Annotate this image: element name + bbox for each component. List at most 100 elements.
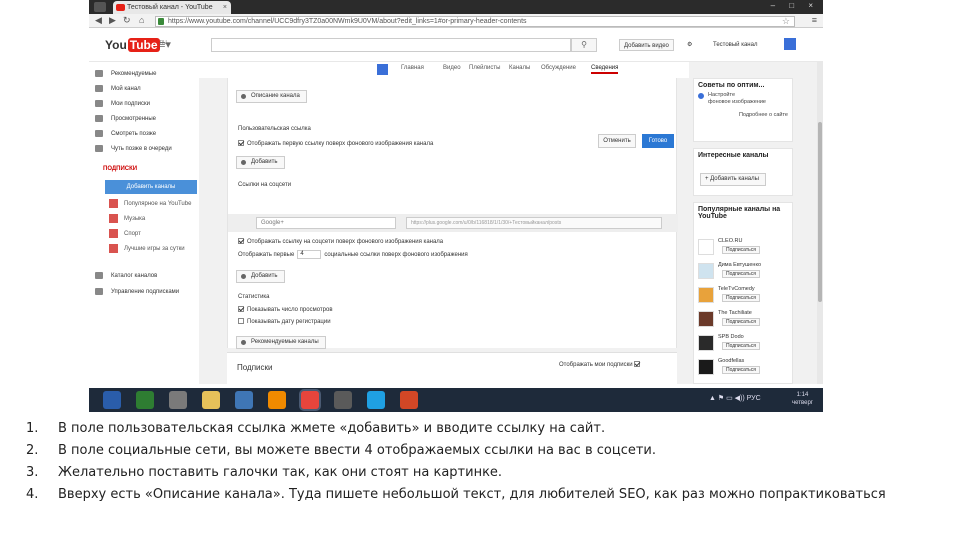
social-network-select[interactable]: Google+	[256, 217, 396, 229]
subscribe-button[interactable]: Подписаться	[722, 246, 760, 254]
tips-more-link[interactable]: Подробнее о сайте	[694, 112, 792, 119]
channel-name[interactable]: TeleTvComedy	[718, 286, 755, 292]
stats-views-checkbox[interactable]	[238, 306, 244, 313]
subscription-item[interactable]: Популярное на YouTube	[109, 198, 191, 210]
sidebar-item-my-channel[interactable]: Мой канал	[95, 83, 141, 95]
search-input[interactable]	[211, 38, 571, 52]
channel-home-icon[interactable]	[377, 64, 388, 75]
channel-thumbnail[interactable]	[698, 311, 714, 327]
social-url-input[interactable]: https://plus.google.com/u/0/b/116818/1/1…	[406, 217, 662, 229]
sidebar-item-catalog[interactable]: Каталог каналов	[95, 270, 157, 282]
forward-arrow-icon[interactable]: ▶	[109, 15, 116, 26]
channel-thumbnail[interactable]	[698, 239, 714, 255]
language-indicator[interactable]: РУС	[747, 395, 761, 402]
custom-overlay-row[interactable]: Отображать первую ссылку поверх фонового…	[238, 140, 433, 148]
sidebar-item-add-channels[interactable]: Добавить каналы	[105, 180, 197, 194]
home-icon[interactable]: ⌂	[139, 15, 144, 25]
browser-menu-icon[interactable]: ≡	[812, 15, 817, 25]
reload-icon[interactable]: ↻	[123, 15, 131, 26]
calculator-icon[interactable]	[169, 391, 187, 409]
guide-menu-icon[interactable]: ≡▾	[159, 38, 171, 51]
channel-name[interactable]: Дима Евтушенко	[718, 262, 761, 268]
popular-channel-item[interactable]: Goodfellas Подписаться	[698, 357, 792, 377]
tab-close-icon[interactable]: ×	[223, 1, 227, 14]
excel-icon[interactable]	[136, 391, 154, 409]
bookmark-star-icon[interactable]: ☆	[782, 17, 790, 26]
tab-playlists[interactable]: Плейлисты	[469, 65, 500, 71]
sidebar-item-manage-subs[interactable]: Управление подписками	[95, 286, 179, 298]
channel-thumbnail[interactable]	[698, 287, 714, 303]
window-controls[interactable]: – □ ×	[771, 1, 819, 10]
add-social-link-button[interactable]: Добавить	[236, 270, 285, 283]
tab-channels[interactable]: Каналы	[509, 65, 530, 71]
word-icon[interactable]	[103, 391, 121, 409]
channel-name[interactable]: Goodfellas	[718, 358, 744, 364]
avatar[interactable]	[784, 38, 796, 50]
channel-thumbnail[interactable]	[698, 359, 714, 375]
chrome-profile-icon[interactable]	[94, 2, 106, 12]
subscribe-button[interactable]: Подписаться	[722, 294, 760, 302]
save-button[interactable]: Готово	[642, 134, 674, 148]
notifications-icon[interactable]: ⚙	[683, 39, 696, 51]
subscribe-button[interactable]: Подписаться	[722, 270, 760, 278]
search-button[interactable]: ⚲	[571, 38, 597, 52]
vlc-icon[interactable]	[268, 391, 286, 409]
globe-icon[interactable]	[235, 391, 253, 409]
sidebar-item-watch-later[interactable]: Смотреть позже	[95, 128, 156, 140]
popular-channel-item[interactable]: TeleTvComedy Подписаться	[698, 285, 792, 305]
stats-date-row[interactable]: Показывать дату регистрации	[238, 318, 331, 326]
tab-home[interactable]: Главная	[401, 65, 424, 71]
back-arrow-icon[interactable]: ◀	[95, 15, 102, 26]
subscription-item[interactable]: Музыка	[109, 213, 145, 225]
subscription-item[interactable]: Спорт	[109, 228, 141, 240]
popular-channel-item[interactable]: Дима Евтушенко Подписаться	[698, 261, 792, 281]
skype-icon[interactable]	[367, 391, 385, 409]
social-overlay-checkbox[interactable]	[238, 238, 244, 245]
stats-views-row[interactable]: Показывать число просмотров	[238, 306, 333, 314]
folder-icon[interactable]	[202, 391, 220, 409]
popular-channel-item[interactable]: The Tachiliate Подписаться	[698, 309, 792, 329]
subscriptions-visibility-row[interactable]: Отображать мои подписки	[559, 361, 643, 369]
cancel-button[interactable]: Отменить	[598, 134, 636, 148]
stats-date-checkbox[interactable]	[238, 318, 244, 325]
recommended-channels-button[interactable]: Рекомендуемые каналы	[236, 336, 326, 349]
system-tray[interactable]: ▲ ⚑ ▭ ◀)) РУС	[709, 394, 761, 402]
subscriptions-visibility-checkbox[interactable]	[634, 361, 641, 368]
subscribe-button[interactable]: Подписаться	[722, 318, 760, 326]
popular-channel-item[interactable]: CLEO.RU Подписаться	[698, 237, 792, 257]
powerpoint-icon[interactable]	[400, 391, 418, 409]
social-overlay-row[interactable]: Отображать ссылку на соцсети поверх фоно…	[238, 238, 443, 246]
youtube-logo[interactable]: You Tube RU	[105, 38, 167, 52]
channel-name[interactable]: CLEO.RU	[718, 238, 742, 244]
clock[interactable]: 1:14 четверг	[792, 391, 813, 407]
channel-name[interactable]: The Tachiliate	[718, 310, 752, 316]
custom-overlay-checkbox[interactable]	[238, 140, 244, 147]
add-custom-link-button[interactable]: Добавить	[236, 156, 285, 169]
upload-video-button[interactable]: Добавить видео	[619, 39, 674, 51]
channel-thumbnail[interactable]	[698, 335, 714, 351]
page-scrollbar[interactable]	[817, 62, 823, 384]
scrollbar-thumb[interactable]	[818, 122, 822, 302]
tab-discussion[interactable]: Обсуждение	[541, 65, 576, 71]
channel-thumbnail[interactable]	[698, 263, 714, 279]
sidebar-item-recommended[interactable]: Рекомендуемые	[95, 68, 156, 80]
browser-tab[interactable]: Тестовый канал - YouTube ×	[113, 1, 231, 14]
tab-videos[interactable]: Видео	[443, 65, 461, 71]
channel-description-button[interactable]: Описание канала	[236, 90, 307, 103]
sidebar-item-history[interactable]: Просмотренные	[95, 113, 156, 125]
add-interesting-channels-button[interactable]: + Добавить каналы	[700, 173, 766, 186]
sidebar-item-subscriptions[interactable]: Мои подписки	[95, 98, 150, 110]
tips-line[interactable]: Настройте	[694, 92, 792, 99]
channel-name[interactable]: SPB Dodo	[718, 334, 744, 340]
sidebar-item-queue[interactable]: Чуть позже в очереди	[95, 143, 172, 155]
tab-about[interactable]: Сведения	[591, 65, 619, 74]
subscribe-button[interactable]: Подписаться	[722, 366, 760, 374]
url-field[interactable]: https://www.youtube.com/channel/UCC9dfry…	[155, 16, 795, 27]
popular-channel-item[interactable]: SPB Dodo Подписаться	[698, 333, 792, 353]
channel-name-button[interactable]: Тестовый канал	[709, 39, 761, 51]
inkscape-icon[interactable]	[334, 391, 352, 409]
chrome-icon[interactable]	[301, 391, 319, 409]
show-count-select[interactable]: 4	[297, 250, 322, 259]
subscribe-button[interactable]: Подписаться	[722, 342, 760, 350]
subscription-item[interactable]: Лучшие игры за сутки	[109, 243, 185, 255]
